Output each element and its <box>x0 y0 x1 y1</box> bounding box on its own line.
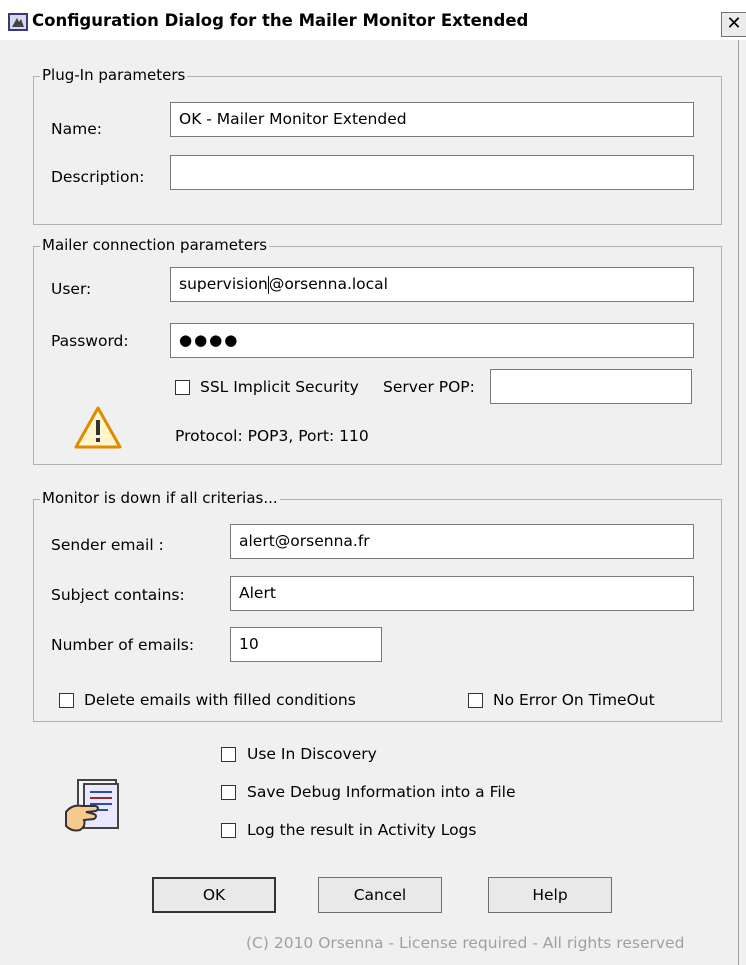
sender-email-field[interactable]: alert@orsenna.fr <box>230 524 694 559</box>
server-pop-field[interactable] <box>490 369 692 404</box>
plugin-parameters-group: Plug-In parameters <box>33 66 722 225</box>
ok-button[interactable]: OK <box>152 877 276 913</box>
hand-document-icon <box>65 779 119 832</box>
save-debug-checkbox[interactable] <box>221 785 236 800</box>
name-label: Name: <box>51 120 102 138</box>
sender-email-label: Sender email : <box>51 536 164 554</box>
title-bar: Configuration Dialog for the Mailer Moni… <box>0 0 746 40</box>
group-title-plugin: Plug-In parameters <box>40 66 188 84</box>
window-title: Configuration Dialog for the Mailer Moni… <box>32 11 529 30</box>
no-error-timeout-label: No Error On TimeOut <box>493 691 655 709</box>
subject-contains-field[interactable]: Alert <box>230 576 694 611</box>
save-debug-label: Save Debug Information into a File <box>247 783 516 801</box>
ssl-implicit-label: SSL Implicit Security <box>200 378 359 396</box>
description-label: Description: <box>51 168 145 186</box>
no-error-timeout-checkbox[interactable] <box>468 693 483 708</box>
help-button[interactable]: Help <box>488 877 612 913</box>
ssl-implicit-checkbox[interactable] <box>175 380 190 395</box>
password-label: Password: <box>51 332 129 350</box>
number-of-emails-label: Number of emails: <box>51 636 195 654</box>
log-activity-label: Log the result in Activity Logs <box>247 821 477 839</box>
close-button[interactable]: ✕ <box>721 12 746 37</box>
use-in-discovery-checkbox[interactable] <box>221 747 236 762</box>
protocol-text: Protocol: POP3, Port: 110 <box>175 427 369 445</box>
subject-contains-label: Subject contains: <box>51 586 185 604</box>
copyright-footer: (C) 2010 Orsenna - License required - Al… <box>246 934 685 952</box>
group-title-connection: Mailer connection parameters <box>40 236 270 254</box>
server-pop-label: Server POP: <box>383 378 475 396</box>
log-activity-checkbox[interactable] <box>221 823 236 838</box>
user-value-part1: supervision <box>179 275 268 293</box>
user-value-part2: @orsenna.local <box>268 275 388 293</box>
name-field[interactable]: OK - Mailer Monitor Extended <box>170 102 694 137</box>
cancel-button[interactable]: Cancel <box>318 877 442 913</box>
close-icon: ✕ <box>726 13 742 34</box>
description-field[interactable] <box>170 155 694 190</box>
group-title-monitor: Monitor is down if all criterias... <box>40 489 280 507</box>
user-label: User: <box>51 280 92 298</box>
user-field[interactable]: supervision@orsenna.local <box>170 267 694 302</box>
delete-emails-label: Delete emails with filled conditions <box>84 691 356 709</box>
app-icon <box>8 13 28 31</box>
dialog-body: Plug-In parameters Name: OK - Mailer Mon… <box>0 40 739 965</box>
warning-icon <box>74 406 122 449</box>
use-in-discovery-label: Use In Discovery <box>247 745 377 763</box>
password-field[interactable]: ●●●● <box>170 323 694 358</box>
delete-emails-checkbox[interactable] <box>59 693 74 708</box>
number-of-emails-field[interactable]: 10 <box>230 627 382 662</box>
